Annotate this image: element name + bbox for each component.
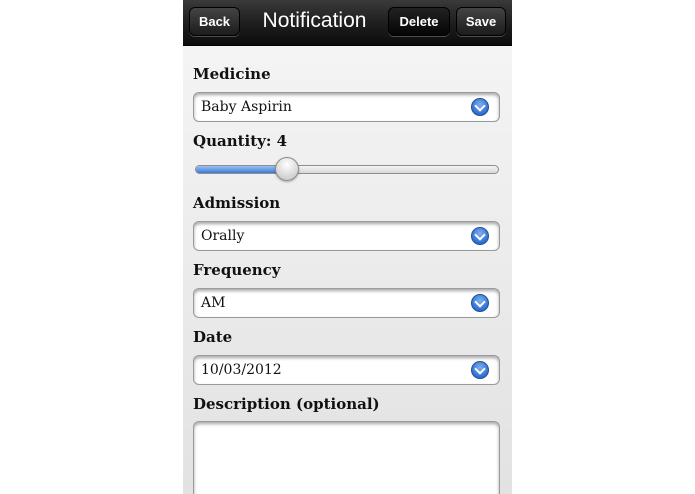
chevron-down-icon (471, 294, 489, 312)
description-label: Description (optional) (193, 395, 380, 413)
slider-fill (196, 166, 287, 173)
back-button[interactable]: Back (189, 7, 240, 36)
date-label: Date (193, 328, 233, 346)
admission-select[interactable]: Orally (193, 221, 500, 251)
date-value: 10/03/2012 (201, 362, 282, 378)
frequency-select[interactable]: AM (193, 288, 500, 318)
chevron-down-icon (471, 361, 489, 379)
quantity-label: Quantity: 4 (193, 132, 288, 150)
admission-value: Orally (201, 228, 245, 244)
description-textarea[interactable] (193, 421, 500, 494)
medicine-value: Baby Aspirin (201, 99, 292, 115)
medicine-select[interactable]: Baby Aspirin (193, 92, 500, 122)
slider-thumb[interactable] (274, 157, 299, 181)
chevron-down-icon (471, 227, 489, 245)
page-title: Notification (262, 9, 367, 32)
quantity-slider[interactable] (195, 157, 499, 181)
delete-button[interactable]: Delete (388, 7, 450, 36)
date-select[interactable]: 10/03/2012 (193, 355, 500, 385)
admission-label: Admission (193, 194, 281, 212)
frequency-value: AM (201, 295, 226, 311)
phone-screen: Back Notification Delete Save Medicine B… (183, 0, 512, 494)
frequency-label: Frequency (193, 261, 281, 279)
save-button[interactable]: Save (456, 7, 506, 36)
chevron-down-icon (471, 98, 489, 116)
medicine-label: Medicine (193, 65, 271, 83)
navigation-bar: Back Notification Delete Save (183, 0, 512, 46)
